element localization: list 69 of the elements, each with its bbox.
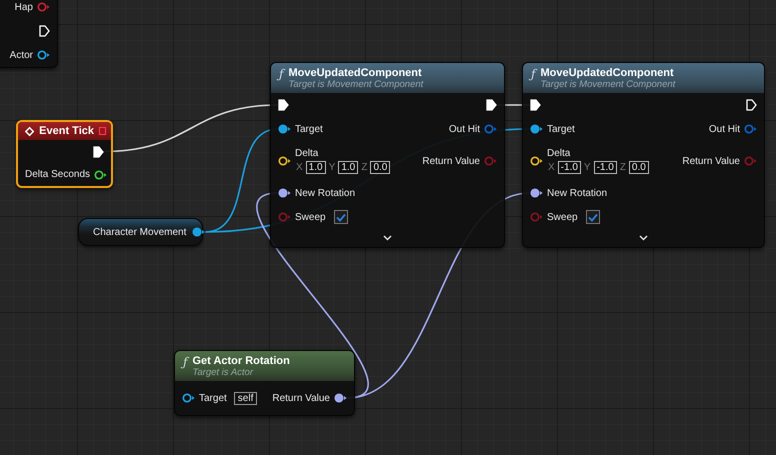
pin-label: Out Hit [448,124,480,134]
node-card[interactable]: ƒ Get Actor Rotation Target is Actor Target self Return Value [174,350,355,416]
chevron-down-icon[interactable] [639,235,648,241]
pin-icon[interactable] [334,393,347,403]
pin-icon[interactable] [37,50,50,60]
chevron-down-icon[interactable] [383,235,392,241]
variable-node[interactable]: Character Movement [78,218,203,246]
axis-label: X [548,162,555,173]
node-card[interactable]: ƒ MoveUpdatedComponent Target is Movement Component Target Out Hit Delta X 1.0 Y 1.0 Z 0.0 Return Value New Rotation Sweep [270,62,505,248]
exec-pin-icon[interactable] [278,99,289,111]
pin-icon[interactable] [278,188,291,198]
sweep-checkbox[interactable] [586,210,600,224]
pin-label: Target [295,124,323,134]
pin-label: Hap [14,2,33,12]
axis-label: Y [328,162,336,173]
node-subtitle: Target is Actor [192,367,254,378]
pin-label: Delta Seconds [25,169,90,180]
pin-icon[interactable] [94,170,108,180]
axis-label: X [296,162,303,173]
node-title: MoveUpdatedComponent [540,67,675,79]
pin-label: Target [199,392,227,404]
pin-label: Return Value [422,156,480,166]
pin-label: Sweep [547,212,578,222]
vector-value-field[interactable]: 0.0 [628,161,649,174]
exec-pin-icon[interactable] [93,146,104,158]
exec-pin-icon[interactable] [39,25,50,37]
vector-value-field[interactable]: -1.0 [594,161,617,174]
sweep-checkbox[interactable] [334,210,348,224]
pin-label: Delta [547,148,572,159]
pin-label: New Rotation [295,188,356,198]
pin-icon[interactable] [530,188,543,198]
vector-value-field[interactable]: 1.0 [338,161,358,174]
pin-icon[interactable] [278,156,291,166]
function-icon: ƒ [279,67,284,81]
node-title: MoveUpdatedComponent [288,67,423,79]
pin-label: Return Value [682,156,740,166]
node-title: Character Movement [93,226,186,238]
pin-icon[interactable] [530,124,543,134]
vector-value-field[interactable]: -1.0 [558,161,581,174]
pin-label: Delta [295,148,320,159]
pin-icon[interactable] [192,227,206,237]
node-card[interactable]: ƒ MoveUpdatedComponent Target is Movement Component Target Out Hit Delta X -1.0 Y -1.0 Z 0.0 Return Value New Rotation Sweep [522,62,765,248]
pin-icon[interactable] [530,156,543,166]
exec-pin-icon[interactable] [530,99,541,111]
pin-icon[interactable] [278,124,291,134]
vector-value-field[interactable]: 0.0 [370,161,390,174]
axis-label: Y [584,162,591,173]
pin-label: Target [547,124,575,134]
node-subtitle: Target is Movement Component [288,79,424,90]
function-icon: ƒ [531,67,536,81]
function-icon: ƒ [183,355,188,369]
pin-label: Actor [10,50,33,60]
axis-label: Z [620,162,626,173]
vector-value-field[interactable]: 1.0 [306,161,326,174]
node-title: Get Actor Rotation [192,355,290,367]
pin-label: Sweep [295,212,326,222]
node-title: Event Tick [39,125,94,137]
node-card[interactable]: Hap Actor [0,0,58,68]
axis-label: Z [361,162,368,173]
exec-pin-icon[interactable] [486,99,497,111]
node-subtitle: Target is Movement Component [540,79,676,90]
pin-label: New Rotation [547,188,608,198]
pin-icon[interactable] [182,393,195,403]
exec-pin-icon[interactable] [746,99,757,111]
pin-label: Out Hit [708,124,740,134]
event-diamond-icon [25,126,34,136]
default-value-field[interactable]: self [234,392,258,404]
pin-label: Return Value [272,392,330,404]
node-card[interactable]: Event Tick Delta Seconds [16,120,113,188]
